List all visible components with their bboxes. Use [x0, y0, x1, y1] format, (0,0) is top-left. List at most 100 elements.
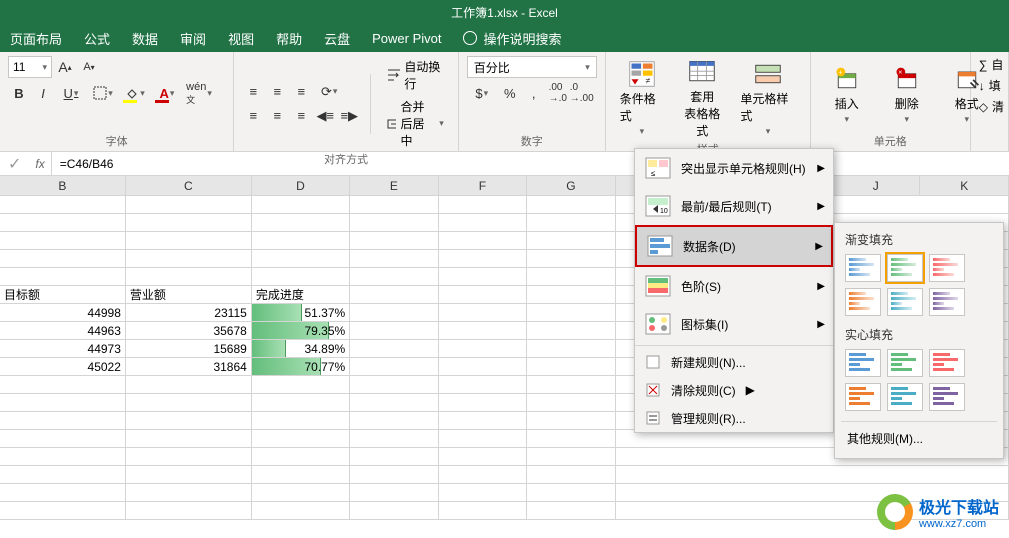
- cell[interactable]: 23115: [126, 304, 252, 321]
- underline-button[interactable]: U▾: [56, 82, 86, 104]
- gradient-swatches: [841, 254, 997, 324]
- decrease-decimal-button[interactable]: .0→.00: [571, 82, 593, 104]
- cell[interactable]: 45022: [0, 358, 126, 375]
- other-rules-button[interactable]: 其他规则(M)...: [841, 424, 997, 452]
- swatch-blue-solid[interactable]: [845, 349, 881, 377]
- cf-clear-rules[interactable]: 清除规则(C) ▶: [635, 376, 833, 404]
- decrease-font-button[interactable]: A▾: [78, 56, 100, 78]
- cell[interactable]: 35678: [126, 322, 252, 339]
- increase-indent-button[interactable]: ≡▶: [338, 105, 360, 127]
- number-format-select[interactable]: 百分比 ▾: [467, 56, 597, 78]
- merge-center-button[interactable]: 合并后居中 ▾: [381, 96, 450, 151]
- col-header-d[interactable]: D: [252, 176, 350, 195]
- cell[interactable]: 44998: [0, 304, 126, 321]
- cell[interactable]: 15689: [126, 340, 252, 357]
- swatch-lightblue-solid[interactable]: [887, 383, 923, 411]
- tab-formulas[interactable]: 公式: [84, 29, 110, 48]
- tab-page-layout[interactable]: 页面布局: [10, 29, 62, 48]
- tab-cloud[interactable]: 云盘: [324, 29, 350, 48]
- swatch-green-gradient[interactable]: [887, 254, 923, 282]
- swatch-blue-gradient[interactable]: [845, 254, 881, 282]
- align-left-button[interactable]: ≡: [242, 105, 264, 127]
- cell-databar[interactable]: 34.89%: [252, 340, 350, 357]
- autosum-button[interactable]: ∑自: [979, 56, 1004, 73]
- chevron-down-icon: ▾: [585, 62, 590, 73]
- swatch-purple-solid[interactable]: [929, 383, 965, 411]
- increase-decimal-button[interactable]: .00→.0: [547, 82, 569, 104]
- insert-cells-button[interactable]: + 插入 ▾: [819, 63, 875, 127]
- accounting-format-button[interactable]: $▾: [467, 82, 497, 104]
- cell-header[interactable]: 完成进度: [252, 286, 350, 303]
- tab-review[interactable]: 审阅: [180, 29, 206, 48]
- align-bottom-button[interactable]: ≡: [290, 81, 312, 103]
- styles-group: ≠ 条件格式 ▾ 套用 表格格式 单元格样式 ▾ 样式: [606, 52, 811, 151]
- percent-format-button[interactable]: %: [499, 82, 521, 104]
- swatch-lightblue-gradient[interactable]: [887, 288, 923, 316]
- fill-color-button[interactable]: ▾: [120, 82, 150, 104]
- cell[interactable]: 31864: [126, 358, 252, 375]
- cell-header[interactable]: 营业额: [126, 286, 252, 303]
- phonetic-button[interactable]: wén文 ▾: [184, 82, 214, 104]
- border-button[interactable]: ▾: [88, 82, 118, 104]
- col-header-j[interactable]: J: [832, 176, 921, 195]
- fx-button[interactable]: fx: [29, 152, 51, 175]
- gradient-fill-header: 渐变填充: [841, 229, 997, 254]
- align-top-button[interactable]: ≡: [242, 81, 264, 103]
- fill-button[interactable]: ↓填: [979, 77, 1004, 94]
- swatch-orange-solid[interactable]: [845, 383, 881, 411]
- italic-button[interactable]: I: [32, 82, 54, 104]
- cell[interactable]: 44963: [0, 322, 126, 339]
- decrease-indent-button[interactable]: ◀≡: [314, 105, 336, 127]
- conditional-format-button[interactable]: ≠ 条件格式 ▾: [614, 58, 670, 139]
- tab-view[interactable]: 视图: [228, 29, 254, 48]
- swatch-red-solid[interactable]: [929, 349, 965, 377]
- orientation-button[interactable]: ⟳▾: [314, 81, 344, 103]
- cf-new-rule[interactable]: 新建规则(N)...: [635, 348, 833, 376]
- tab-power-pivot[interactable]: Power Pivot: [372, 31, 441, 46]
- cell-databar[interactable]: 51.37%: [252, 304, 350, 321]
- swatch-red-gradient[interactable]: [929, 254, 965, 282]
- cell[interactable]: 44973: [0, 340, 126, 357]
- formula-input[interactable]: =C46/B46: [52, 157, 1009, 171]
- formula-cancel-icon[interactable]: ✓: [0, 154, 29, 174]
- format-as-table-button[interactable]: 套用 表格格式: [674, 56, 730, 141]
- tell-me-search[interactable]: 操作说明搜索: [463, 29, 561, 48]
- cf-top-bottom-rules[interactable]: 10 最前/最后规则(T) ▶: [635, 187, 833, 225]
- comma-format-button[interactable]: ,: [523, 82, 545, 104]
- bold-button[interactable]: B: [8, 82, 30, 104]
- cf-data-bars[interactable]: 数据条(D) ▶: [635, 225, 833, 267]
- col-header-c[interactable]: C: [126, 176, 252, 195]
- delete-cells-button[interactable]: × 删除 ▾: [879, 63, 935, 127]
- align-center-button[interactable]: ≡: [266, 105, 288, 127]
- cell-databar[interactable]: 70.77%: [252, 358, 350, 375]
- wrap-text-button[interactable]: 自动换行: [381, 56, 450, 94]
- tab-help[interactable]: 帮助: [276, 29, 302, 48]
- col-header-e[interactable]: E: [350, 176, 439, 195]
- increase-font-button[interactable]: A▴: [54, 56, 76, 78]
- conditional-format-menu: ≤ 突出显示单元格规则(H) ▶ 10 最前/最后规则(T) ▶ 数据条(D) …: [634, 148, 834, 433]
- top-bottom-icon: 10: [645, 195, 671, 217]
- swatch-orange-gradient[interactable]: [845, 288, 881, 316]
- cf-icon-sets[interactable]: 图标集(I) ▶: [635, 305, 833, 343]
- cf-manage-rules[interactable]: 管理规则(R)...: [635, 404, 833, 432]
- cf-highlight-rules[interactable]: ≤ 突出显示单元格规则(H) ▶: [635, 149, 833, 187]
- watermark-text: 极光下载站: [919, 494, 999, 518]
- col-header-k[interactable]: K: [920, 176, 1009, 195]
- align-middle-button[interactable]: ≡: [266, 81, 288, 103]
- font-color-button[interactable]: A ▾: [152, 82, 182, 104]
- cell-header[interactable]: 目标额: [0, 286, 126, 303]
- font-size-select[interactable]: 11 ▾: [8, 56, 52, 78]
- tab-data[interactable]: 数据: [132, 29, 158, 48]
- col-header-g[interactable]: G: [527, 176, 616, 195]
- cf-color-scales[interactable]: 色阶(S) ▶: [635, 267, 833, 305]
- swatch-green-solid[interactable]: [887, 349, 923, 377]
- cell-styles-button[interactable]: 单元格样式 ▾: [734, 58, 801, 139]
- watermark: 极光下载站 www.xz7.com: [877, 494, 999, 530]
- cell-databar[interactable]: 79.35%: [252, 322, 350, 339]
- col-header-f[interactable]: F: [439, 176, 528, 195]
- manage-rules-icon: [645, 410, 661, 426]
- swatch-purple-gradient[interactable]: [929, 288, 965, 316]
- align-right-button[interactable]: ≡: [290, 105, 312, 127]
- col-header-b[interactable]: B: [0, 176, 126, 195]
- clear-button[interactable]: ◇清: [979, 98, 1004, 115]
